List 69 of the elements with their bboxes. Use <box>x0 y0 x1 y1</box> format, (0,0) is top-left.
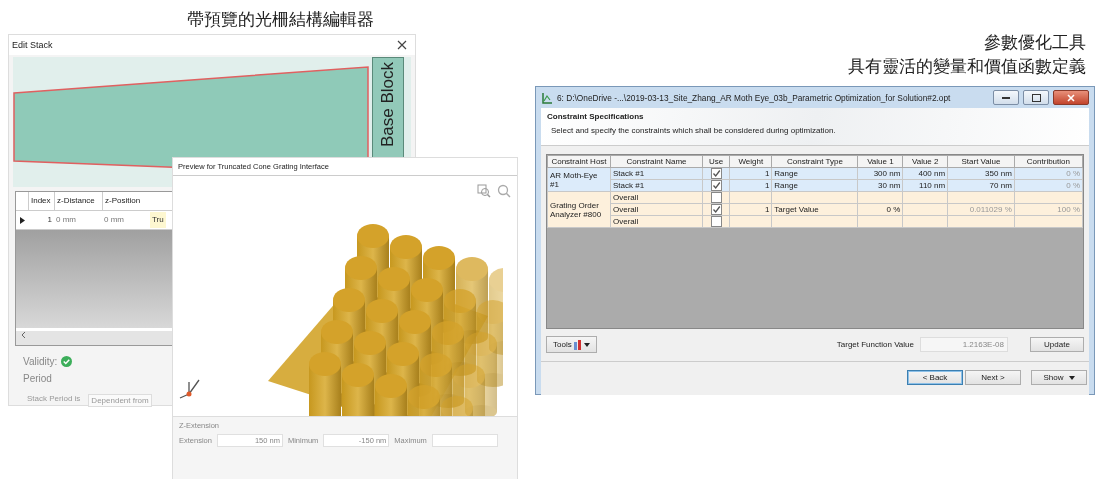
nav-button[interactable]: < Back <box>907 370 963 385</box>
section-description: Select and specify the constraints which shall be considered during optimization. <box>550 126 837 135</box>
caption: 具有靈活的變量和價值函數定義 <box>848 55 1086 78</box>
table-cell: Target Value <box>774 205 819 214</box>
close-button[interactable] <box>1053 90 1089 105</box>
app-icon <box>541 91 553 104</box>
table-cell: Range <box>774 181 798 190</box>
scroll-left-icon[interactable] <box>21 331 26 339</box>
close-icon[interactable] <box>397 40 407 50</box>
table-cell: 1 <box>764 205 770 214</box>
table-cell: Tru <box>150 212 166 228</box>
window-title: 6: D:\OneDrive -...\2019-03-13_Site_Zhang_AR Moth Eye_03b_Parametric Optimization_for Solution#2.opt <box>557 92 952 103</box>
table-cell: 0 % <box>1066 181 1080 190</box>
maximize-button[interactable] <box>1023 90 1049 105</box>
table-cell: 30 nm <box>878 181 901 190</box>
table-cell-text: 1 <box>46 214 53 226</box>
caption: 帶預覽的光柵結構編輯器 <box>187 8 374 31</box>
table-cell: Grating Order Analyzer #800 <box>547 191 611 228</box>
table-cell-text: 0 mm <box>55 214 77 226</box>
column-header: Value 1 <box>858 155 903 168</box>
table-cell: 100 % <box>1057 205 1080 214</box>
column-header: Use <box>702 155 730 168</box>
table-cell: 300 nm <box>873 169 901 178</box>
table-cell: 400 nm <box>918 169 946 178</box>
window-title: Edit Stack <box>12 40 53 50</box>
table-cell: 110 nm <box>919 181 946 190</box>
caption: 參數優化工具 <box>983 31 1086 54</box>
checkbox[interactable] <box>710 180 722 191</box>
checkbox[interactable] <box>710 168 722 179</box>
nav-button[interactable]: Show <box>1031 370 1087 385</box>
bar-chart-icon <box>573 339 582 350</box>
section-label: Period <box>23 373 53 384</box>
table-cell: 0 % <box>886 205 901 214</box>
table-cell: AR Moth-Eye #1 <box>547 167 611 192</box>
minimize-button[interactable] <box>993 90 1019 105</box>
table-cell: 1 <box>764 169 770 178</box>
field-label: Target Function Value <box>836 340 914 349</box>
tools-button[interactable]: Tools <box>546 336 597 353</box>
checkbox[interactable] <box>710 204 722 215</box>
checkbox[interactable] <box>710 216 722 227</box>
column-header: z-Distance <box>54 192 102 210</box>
table-cell: 0.011029 % <box>969 205 1012 214</box>
column-header: Index <box>28 192 54 210</box>
nav-button[interactable]: Next > <box>965 370 1021 385</box>
column-header: Constraint Type <box>771 155 858 168</box>
column-header: Start Value <box>947 155 1015 168</box>
table-cell: 70 nm <box>989 181 1012 190</box>
column-header: Contribution <box>1014 155 1083 168</box>
update-button[interactable]: Update <box>1030 337 1084 352</box>
table-cell: 350 nm <box>985 169 1012 178</box>
table-cell-text: 0 mm <box>103 214 125 226</box>
minimize-icon <box>1002 96 1010 99</box>
table-cell: Range <box>774 169 798 178</box>
target-value-field: 1.2163E-08 <box>920 337 1008 352</box>
caret-icon <box>583 342 590 347</box>
column-header: Weight <box>729 155 772 168</box>
column-header: Constraint Host <box>547 155 611 168</box>
input-field[interactable] <box>431 434 498 447</box>
field-label: Stack Period is <box>27 394 81 405</box>
column-header: Constraint Name <box>610 155 703 168</box>
table-cell: 0 % <box>1066 169 1080 178</box>
column-header: z-Position <box>102 192 150 210</box>
column-header: Value 2 <box>902 155 948 168</box>
validity-label: Validity: <box>23 356 58 367</box>
table-cell: 1 <box>764 181 770 190</box>
maximize-icon <box>1031 93 1041 102</box>
close-icon <box>1067 93 1075 102</box>
section-heading: Constraint Specifications <box>547 112 645 121</box>
checkbox[interactable] <box>710 192 722 203</box>
